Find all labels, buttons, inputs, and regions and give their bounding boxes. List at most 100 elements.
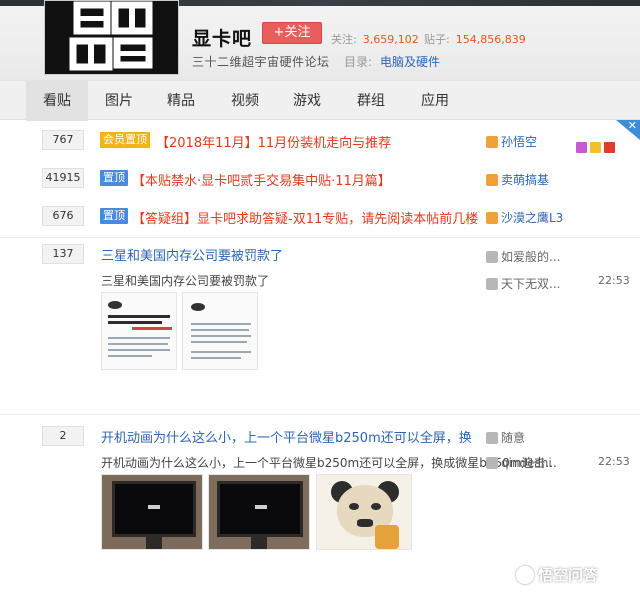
tab-games[interactable]: 游戏 (278, 81, 336, 121)
tab-videos[interactable]: 视频 (216, 81, 274, 121)
forum-header: 显卡吧 +关注 关注: 3,659,102 贴子: 154,856,839 三十二维… (0, 0, 640, 80)
pinned-tag: 置顶 (100, 208, 128, 224)
user-icon (486, 432, 498, 444)
posts-count: 154,856,839 (455, 33, 526, 46)
image-content (108, 343, 168, 345)
followers-label: 关注: (331, 33, 357, 46)
image-content (191, 357, 241, 359)
author-name: 随意 (501, 431, 526, 445)
reply-count: 767 (42, 130, 84, 150)
catalog-link[interactable]: 电脑及硬件 (380, 55, 440, 69)
followers-count: 3,659,102 (362, 33, 419, 46)
thread-author[interactable]: 孙悟空 (486, 133, 537, 150)
image-content (375, 525, 399, 549)
author-name: 卖萌搞基 (501, 173, 550, 187)
thread-title[interactable]: 【2018年11月】11月份装机走向与推荐 (156, 132, 391, 151)
pinned-tag: 置顶 (100, 170, 128, 186)
forum-catalog: 目录: 电脑及硬件 (344, 53, 440, 70)
thread-author[interactable]: 沙漠之鹰L3 (486, 209, 563, 226)
tab-groups[interactable]: 群组 (342, 81, 400, 121)
wukong-logo-icon (516, 566, 534, 584)
last-reply-author[interactable]: qindeshi (486, 456, 552, 470)
image-content (191, 323, 251, 325)
reply-count: 41915 (42, 168, 84, 188)
tab-threads[interactable]: 看贴 (26, 81, 88, 121)
reply-icon (486, 278, 498, 290)
image-content (108, 337, 170, 339)
forum-slogan: 三十二维超宇宙硬件论坛 (192, 55, 330, 69)
image-content (191, 329, 249, 331)
last-reply-time: 22:53 (598, 455, 630, 468)
tieba-page: 显卡吧 +关注 关注: 3,659,102 贴子: 154,856,839 三十二维… (0, 0, 640, 598)
pinned-vip-tag: 会员置顶 (100, 132, 150, 148)
author-name: 沙漠之鹰L3 (501, 211, 564, 225)
thread-title[interactable]: 【本贴禁水·显卡吧贰手交易集中贴·11月篇】 (132, 170, 391, 189)
image-content (146, 537, 162, 549)
level-badge-icon (590, 142, 601, 153)
image-content (371, 503, 381, 510)
last-reply-name: 天下无双... (501, 277, 561, 291)
thread-author[interactable]: 卖萌搞基 (486, 171, 549, 188)
thread-image-thumbnail[interactable] (182, 292, 258, 370)
thread-abstract: 三星和美国内存公司要被罚款了 (101, 274, 270, 288)
image-content (108, 301, 122, 309)
reply-count: 137 (42, 244, 84, 264)
image-content (108, 355, 152, 357)
image-content (132, 327, 172, 330)
image-content (148, 505, 160, 509)
forum-logo[interactable] (44, 0, 179, 75)
posts-stat: 贴子: 154,856,839 (424, 31, 526, 47)
reply-count: 2 (42, 426, 84, 446)
image-content (220, 484, 300, 534)
last-reply-author[interactable]: 天下无双... (486, 275, 560, 292)
author-name: 如爱般的... (501, 250, 561, 264)
author-badge-icon (486, 174, 498, 186)
author-level-badges (576, 138, 618, 157)
level-badge-icon (604, 142, 615, 153)
image-content (251, 537, 267, 549)
image-content (115, 484, 193, 534)
thread-title[interactable]: 三星和美国内存公司要被罚款了 (101, 245, 283, 264)
follow-button[interactable]: +关注 (262, 22, 322, 44)
author-badge-icon (486, 212, 498, 224)
thread-author[interactable]: 随意 (486, 429, 525, 446)
source-watermark: 悟空问答 (516, 564, 598, 585)
thread-row[interactable]: 767 会员置顶 【2018年11月】11月份装机走向与推荐 孙悟空 (0, 128, 640, 156)
divider (0, 237, 640, 238)
posts-label: 贴子: (424, 33, 450, 46)
watermark-text: 悟空问答 (538, 566, 599, 584)
reply-icon (486, 457, 498, 469)
forum-name[interactable]: 显卡吧 (192, 24, 252, 51)
thread-author[interactable]: 如爱般的... (486, 248, 560, 265)
author-badge-icon (486, 136, 498, 148)
user-icon (486, 251, 498, 263)
image-content (108, 321, 162, 324)
thread-title[interactable]: 【答疑组】显卡吧求助答疑-双11专贴，请先阅读本帖前几楼 (132, 208, 478, 227)
image-content (108, 315, 170, 318)
thread-row[interactable]: 137 三星和美国内存公司要被罚款了 如爱般的... 三星和美国内存公司要被罚款… (0, 242, 640, 414)
image-content (191, 303, 205, 311)
forum-logo-glyph (69, 1, 153, 71)
followers-stat: 关注: 3,659,102 (331, 31, 419, 47)
thread-image-thumbnail[interactable] (101, 474, 203, 550)
thread-image-thumbnail[interactable] (101, 292, 177, 370)
thread-row[interactable]: 41915 置顶 【本贴禁水·显卡吧贰手交易集中贴·11月篇】 卖萌搞基 (0, 166, 640, 194)
image-content (255, 505, 267, 509)
image-content (191, 351, 251, 353)
thread-row[interactable]: 676 置顶 【答疑组】显卡吧求助答疑-双11专贴，请先阅读本帖前几楼 沙漠之鹰… (0, 204, 640, 232)
image-content (191, 335, 251, 337)
image-content (349, 503, 359, 510)
last-reply-time: 22:53 (598, 274, 630, 287)
level-badge-icon (576, 142, 587, 153)
thread-title[interactable]: 开机动画为什么这么小，上一个平台微星b250m还可以全屏，换 (101, 427, 472, 446)
image-content (357, 519, 373, 527)
thread-image-thumbnail[interactable] (316, 474, 412, 550)
forum-tabs: 看贴 图片 精品 视频 游戏 群组 应用 (0, 80, 640, 121)
tab-apps[interactable]: 应用 (406, 81, 464, 121)
last-reply-name: qindeshi (501, 456, 552, 470)
tab-featured[interactable]: 精品 (152, 81, 210, 121)
thread-image-thumbnail[interactable] (208, 474, 310, 550)
tab-images[interactable]: 图片 (90, 81, 148, 121)
image-content (191, 341, 247, 343)
author-name: 孙悟空 (501, 135, 538, 149)
